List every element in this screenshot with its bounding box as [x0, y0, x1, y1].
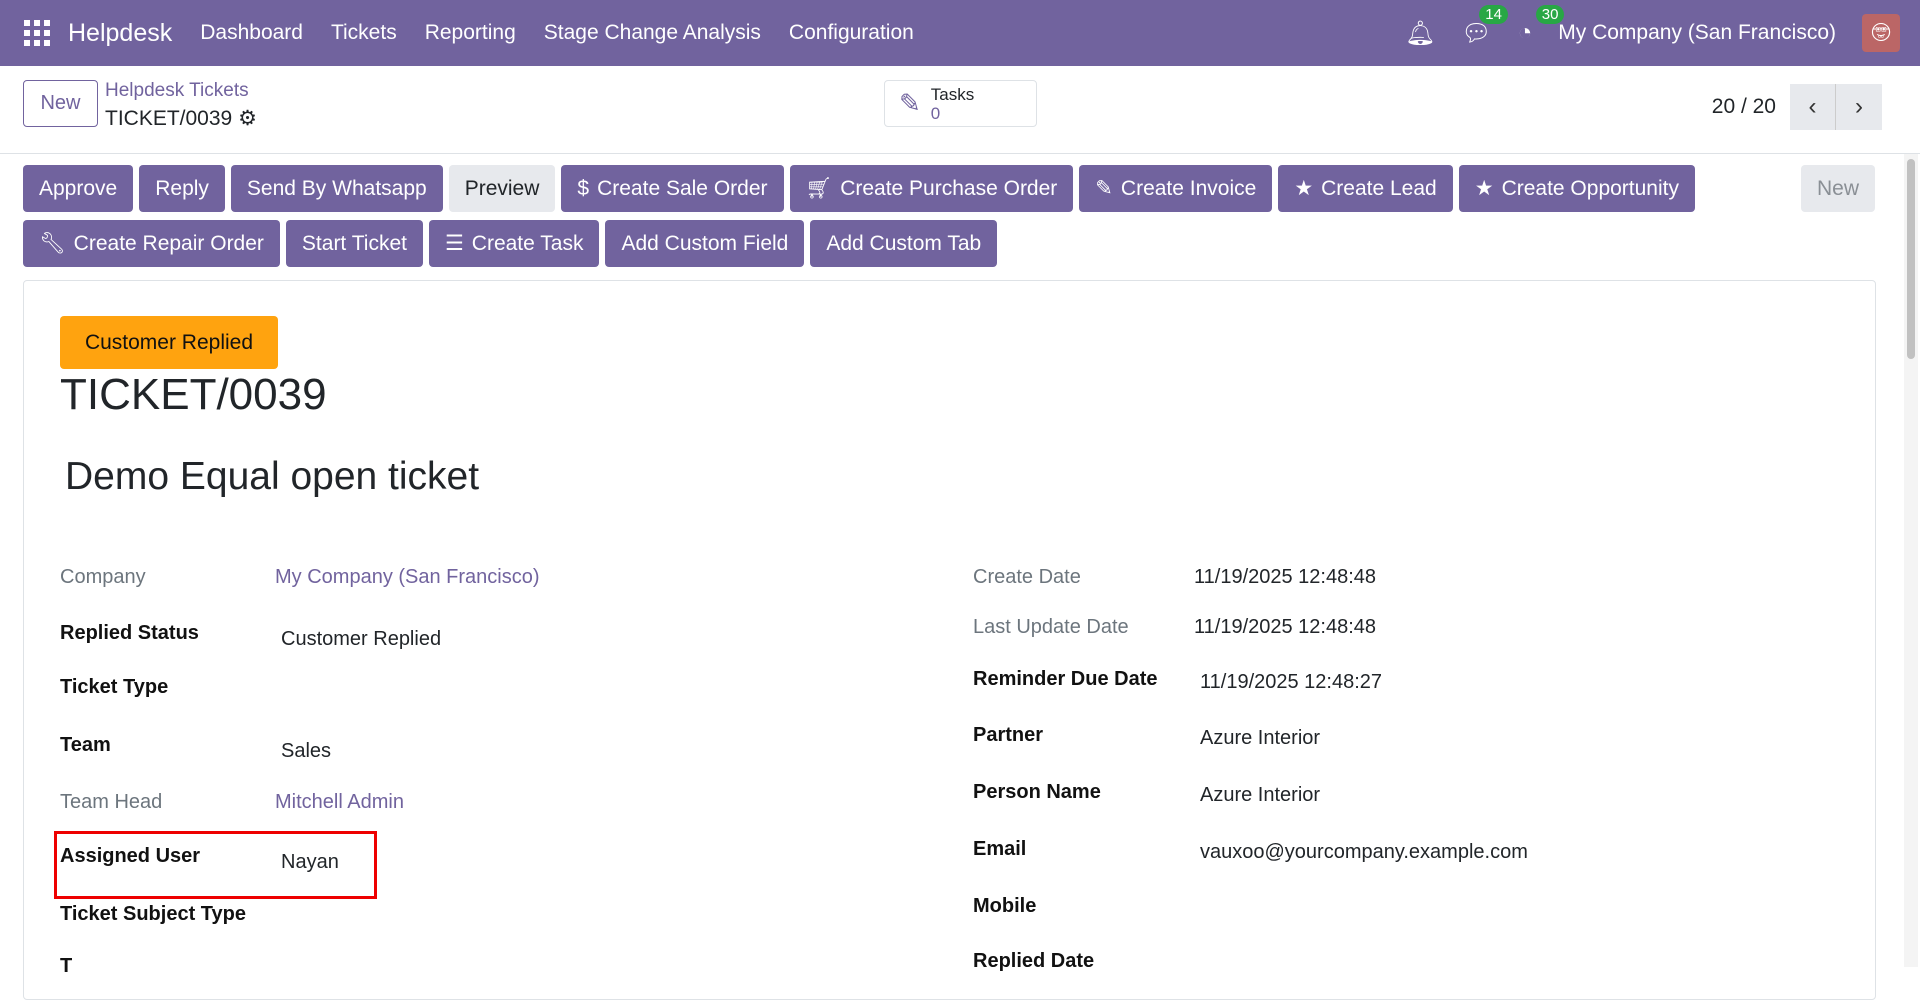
field-label: Ticket Subject Type: [60, 903, 246, 925]
app-name[interactable]: Helpdesk: [68, 19, 172, 48]
field-value[interactable]: Mitchell Admin: [275, 791, 404, 814]
field-label: Last Update Date: [973, 616, 1129, 638]
field-value[interactable]: Customer Replied: [281, 628, 441, 651]
company-switcher[interactable]: My Company (San Francisco): [1558, 21, 1836, 45]
tasks-smart-button[interactable]: ✎ Tasks 0: [884, 80, 1037, 127]
field-label: Create Date: [973, 566, 1081, 588]
edit-icon: ✎: [1095, 177, 1113, 200]
chat-icon[interactable]: 💬︎ 14: [1461, 4, 1508, 48]
field-value[interactable]: My Company (San Francisco): [275, 566, 540, 589]
bell-icon[interactable]: 🔔︎: [1405, 19, 1435, 48]
create-sale-order-button[interactable]: $ Create Sale Order: [561, 165, 784, 212]
create-repair-order-button[interactable]: 🔧︎ Create Repair Order: [23, 220, 280, 267]
field-value[interactable]: Azure Interior: [1200, 727, 1320, 750]
wrench-icon: 🔧︎: [39, 231, 66, 255]
edit-icon: ✎: [899, 88, 921, 118]
reply-button[interactable]: Reply: [139, 165, 225, 212]
create-task-button[interactable]: ☰ Create Task: [428, 220, 600, 267]
top-navbar: Helpdesk Dashboard Tickets Reporting Sta…: [0, 0, 1920, 66]
create-purchase-order-button[interactable]: 🛒︎ Create Purchase Order: [789, 165, 1074, 212]
activities-badge: 30: [1535, 5, 1565, 24]
create-opportunity-label: Create Opportunity: [1501, 176, 1679, 200]
create-invoice-button[interactable]: ✎ Create Invoice: [1079, 165, 1273, 212]
create-task-label: Create Task: [471, 231, 584, 255]
field-label: Mobile: [973, 895, 1037, 917]
create-lead-label: Create Lead: [1321, 176, 1437, 200]
control-panel: New Helpdesk Tickets TICKET/0039 ⚙ ✎ Tas…: [0, 66, 1920, 154]
breadcrumb-current: TICKET/0039 ⚙: [105, 106, 257, 131]
create-lead-button[interactable]: ★ Create Lead: [1278, 165, 1453, 212]
pager-previous-button[interactable]: ‹: [1790, 84, 1836, 130]
tasks-count: 0: [930, 103, 941, 123]
list-icon: ☰: [444, 232, 464, 255]
scrollbar[interactable]: [1904, 154, 1918, 967]
ticket-number: TICKET/0039: [60, 370, 327, 419]
action-buttons: Approve Reply Send By Whatsapp Preview $…: [23, 165, 1873, 275]
field-label: Partner: [973, 724, 1044, 746]
gear-icon[interactable]: ⚙: [238, 107, 257, 130]
create-invoice-label: Create Invoice: [1120, 176, 1257, 200]
menu-stage-change-analysis[interactable]: Stage Change Analysis: [544, 21, 761, 45]
add-custom-tab-button[interactable]: Add Custom Tab: [810, 220, 998, 267]
star-icon: ★: [1294, 177, 1314, 200]
stage-badge: Customer Replied: [60, 316, 278, 369]
pager-value[interactable]: 20 / 20: [1712, 95, 1776, 119]
new-button[interactable]: New: [23, 80, 98, 127]
breadcrumb-current-label: TICKET/0039: [105, 107, 233, 130]
scrollbar-thumb[interactable]: [1907, 159, 1915, 359]
create-opportunity-button[interactable]: ★ Create Opportunity: [1458, 165, 1695, 212]
apps-menu-icon[interactable]: [24, 20, 50, 46]
field-label: Replied Status: [60, 622, 199, 644]
field-label: Email: [973, 838, 1027, 860]
field-value[interactable]: Azure Interior: [1200, 784, 1320, 807]
preview-button[interactable]: Preview: [448, 165, 556, 212]
send-by-whatsapp-button[interactable]: Send By Whatsapp: [230, 165, 443, 212]
menu-reporting[interactable]: Reporting: [425, 21, 516, 45]
start-ticket-button[interactable]: Start Ticket: [285, 220, 423, 267]
dollar-icon: $: [577, 176, 590, 200]
star-icon: ★: [1474, 177, 1494, 200]
menu-tickets[interactable]: Tickets: [331, 21, 397, 45]
tasks-label: Tasks: [930, 84, 975, 104]
create-repair-order-label: Create Repair Order: [73, 231, 264, 255]
field-label: Reminder Due Date: [973, 668, 1158, 690]
breadcrumb-parent[interactable]: Helpdesk Tickets: [105, 80, 249, 102]
activity-clock-icon[interactable]: ◔ 30: [1518, 5, 1565, 47]
field-value[interactable]: vauxoo@yourcompany.example.com: [1200, 841, 1528, 864]
cart-icon: 🛒︎: [805, 176, 833, 200]
messages-badge: 14: [1479, 4, 1508, 24]
add-custom-field-button[interactable]: Add Custom Field: [605, 220, 805, 267]
create-purchase-order-label: Create Purchase Order: [840, 176, 1058, 200]
field-label: Person Name: [973, 781, 1101, 803]
user-avatar[interactable]: 🤓︎: [1862, 14, 1900, 52]
field-label: Ticket Type: [60, 676, 169, 698]
menu-dashboard[interactable]: Dashboard: [200, 21, 303, 45]
field-value[interactable]: 11/19/2025 12:48:27: [1200, 671, 1382, 694]
create-sale-order-label: Create Sale Order: [597, 176, 768, 200]
field-value[interactable]: 11/19/2025 12:48:48: [1194, 616, 1376, 639]
field-value[interactable]: 11/19/2025 12:48:48: [1194, 566, 1376, 589]
field-label: Company: [60, 566, 146, 588]
approve-button[interactable]: Approve: [23, 165, 134, 212]
status-new[interactable]: New: [1800, 165, 1875, 212]
pager-next-button[interactable]: ›: [1836, 84, 1882, 130]
field-label: Team Head: [60, 791, 163, 813]
field-label: Team: [60, 734, 111, 756]
ticket-name[interactable]: Demo Equal open ticket: [65, 455, 479, 499]
menu-configuration[interactable]: Configuration: [789, 21, 914, 45]
field-label: Replied Date: [973, 950, 1095, 972]
field-value[interactable]: Sales: [281, 740, 331, 763]
pager: 20 / 20 ‹ ›: [1712, 84, 1882, 130]
highlight-box: [54, 831, 377, 899]
